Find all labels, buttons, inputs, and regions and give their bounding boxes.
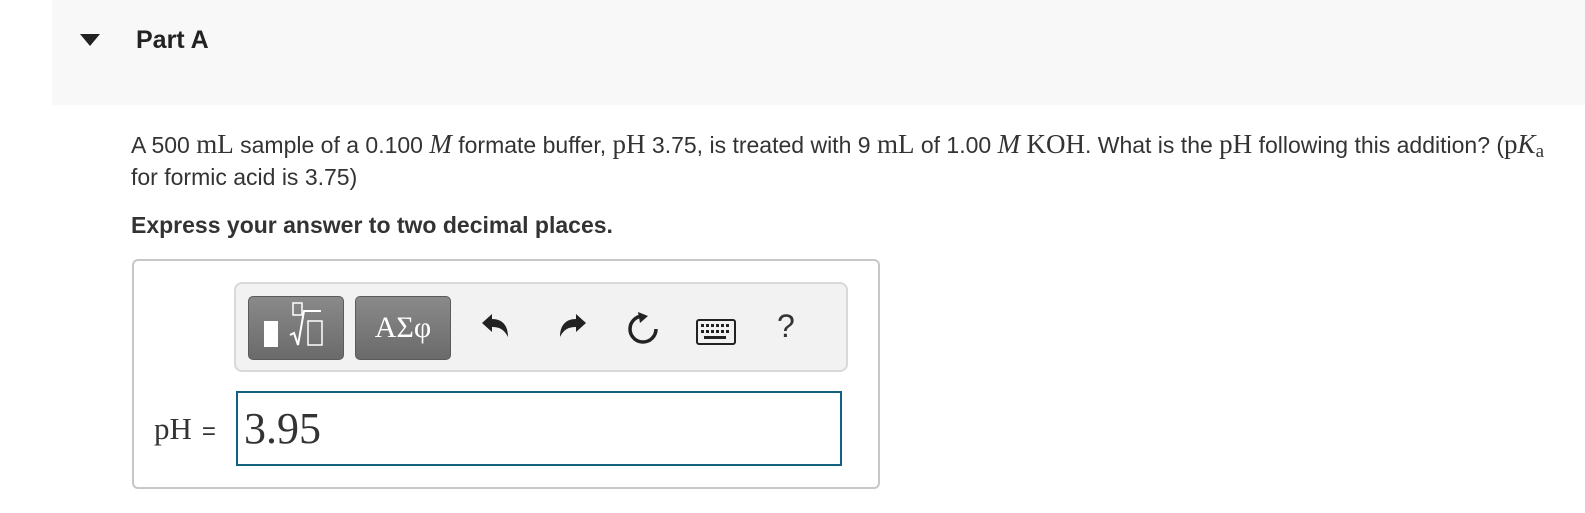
undo-icon[interactable] [478,310,514,344]
koh-formula: KOH [1026,129,1085,159]
unit-molar: M [429,129,452,159]
part-title: Part A [136,26,209,54]
ph-symbol: pH [612,129,646,159]
reset-icon[interactable] [624,310,662,348]
answer-variable: pH [154,411,192,446]
unit-molar: M [997,129,1021,159]
collapse-caret-icon[interactable] [80,34,100,46]
unit-ml: mL [876,129,915,159]
pka-symbol: pKa [1504,129,1544,162]
pka-k: K [1517,129,1536,159]
question-fragment: formate buffer, [458,132,607,158]
pka-p: p [1504,129,1518,159]
question-fragment: sample of a 0.100 [240,132,423,158]
help-button[interactable]: ? [777,308,795,345]
answer-input[interactable]: 3.95 [236,391,842,466]
question-fragment: A 500 [131,132,190,158]
templates-button[interactable] [248,296,344,360]
greek-symbols-button[interactable]: ΑΣφ [355,296,451,360]
answer-label: pH = [154,411,216,447]
question-fragment: . What is the [1084,132,1213,158]
templates-icon [264,302,323,347]
question-text: A 500 mL sample of a 0.100 M formate buf… [131,128,1571,193]
pka-subscript: a [1535,141,1544,162]
question-fragment: following this addition? ( [1258,132,1505,158]
redo-icon[interactable] [554,310,590,344]
question-fragment: of 1.00 [920,132,992,158]
unit-ml: mL [196,129,234,159]
keyboard-icon[interactable] [696,319,736,345]
part-header [52,0,1585,105]
instruction-text: Express your answer to two decimal place… [131,212,613,238]
ph-symbol: pH [1219,129,1253,159]
question-fragment: 3.75, is treated with 9 [651,132,871,158]
equals-sign: = [201,418,216,445]
question-fragment: for formic acid is 3.75) [131,164,358,190]
